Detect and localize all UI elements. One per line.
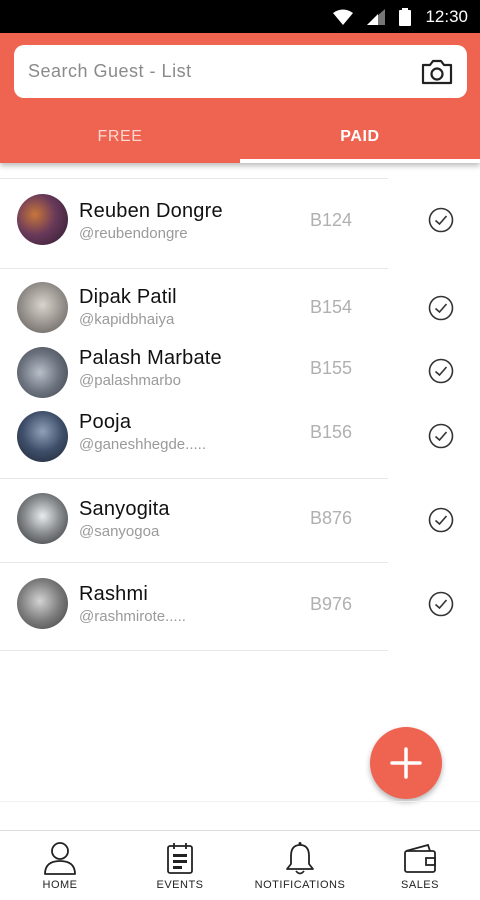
guest-handle: @reubendongre — [79, 225, 188, 242]
plus-icon — [390, 747, 422, 779]
guest-handle: @palashmarbo — [79, 372, 181, 389]
avatar — [17, 347, 68, 398]
wallet-icon — [404, 843, 436, 873]
add-guest-button[interactable] — [370, 727, 442, 799]
nav-label: HOME — [42, 879, 78, 891]
nav-label: SALES — [401, 879, 439, 891]
guest-name: Pooja — [79, 411, 132, 433]
nav-notifications[interactable]: NOTIFICATIONS — [240, 831, 360, 900]
avatar — [17, 493, 68, 544]
events-icon — [167, 843, 193, 874]
nav-events[interactable]: EVENTS — [120, 831, 240, 900]
list-item[interactable]: Pooja @ganeshhegde..... B156 — [0, 407, 454, 479]
check-circle-icon[interactable] — [428, 507, 454, 533]
guest-code: B876 — [310, 508, 353, 528]
status-bar: 12:30 — [0, 0, 480, 33]
nav-label: EVENTS — [156, 879, 204, 891]
list-item[interactable]: Palash Marbate @palashmarbo B155 — [0, 339, 480, 407]
avatar — [17, 578, 68, 629]
nav-label: NOTIFICATIONS — [254, 879, 346, 891]
guest-code: B124 — [310, 210, 353, 230]
check-circle-icon[interactable] — [428, 358, 454, 384]
guest-code: B976 — [310, 594, 353, 614]
guest-name: Palash Marbate — [79, 347, 222, 369]
check-circle-icon[interactable] — [428, 207, 454, 233]
bottom-nav: HOME EVENTS NOTIFICATIONS SALES — [0, 830, 480, 900]
person-icon — [44, 842, 76, 875]
tab-bar: FREE PAID — [0, 111, 480, 163]
guest-code: B156 — [310, 422, 353, 442]
nav-sales[interactable]: SALES — [360, 831, 480, 900]
guest-code: B154 — [310, 297, 353, 317]
status-time: 12:30 — [425, 6, 468, 26]
camera-icon[interactable] — [419, 57, 455, 87]
guest-handle: @kapidbhaiya — [79, 311, 175, 328]
guest-code: B155 — [310, 358, 353, 378]
guest-list: Reuben Dongre @reubendongre B124 Dipak P… — [0, 178, 454, 651]
search-input[interactable] — [28, 61, 419, 82]
nav-home[interactable]: HOME — [0, 831, 120, 900]
bell-icon — [286, 842, 314, 875]
guest-name: Reuben Dongre — [79, 200, 223, 222]
guest-name: Rashmi — [79, 583, 148, 605]
tab-free[interactable]: FREE — [0, 111, 240, 163]
avatar — [17, 194, 68, 245]
list-item[interactable]: Reuben Dongre @reubendongre B124 — [0, 179, 454, 269]
tab-paid[interactable]: PAID — [240, 111, 480, 163]
avatar — [17, 411, 68, 462]
app-header: FREE PAID — [0, 33, 480, 163]
battery-icon — [399, 7, 412, 26]
guest-handle: @rashmirote..... — [79, 608, 186, 625]
divider — [0, 801, 480, 802]
check-circle-icon[interactable] — [428, 423, 454, 449]
guest-handle: @sanyogoa — [79, 523, 160, 540]
list-item[interactable]: Dipak Patil @kapidbhaiya B154 — [0, 269, 480, 339]
wifi-icon — [333, 9, 354, 25]
list-item[interactable]: Sanyogita @sanyogoa B876 — [0, 479, 454, 563]
avatar — [17, 282, 68, 333]
check-circle-icon[interactable] — [428, 591, 454, 617]
guest-name: Dipak Patil — [79, 286, 177, 308]
guest-name: Sanyogita — [79, 498, 170, 520]
guest-handle: @ganeshhegde..... — [79, 436, 206, 453]
check-circle-icon[interactable] — [428, 295, 454, 321]
signal-icon — [367, 8, 386, 25]
search-bar — [14, 45, 467, 98]
list-item[interactable]: Rashmi @rashmirote..... B976 — [0, 563, 454, 651]
